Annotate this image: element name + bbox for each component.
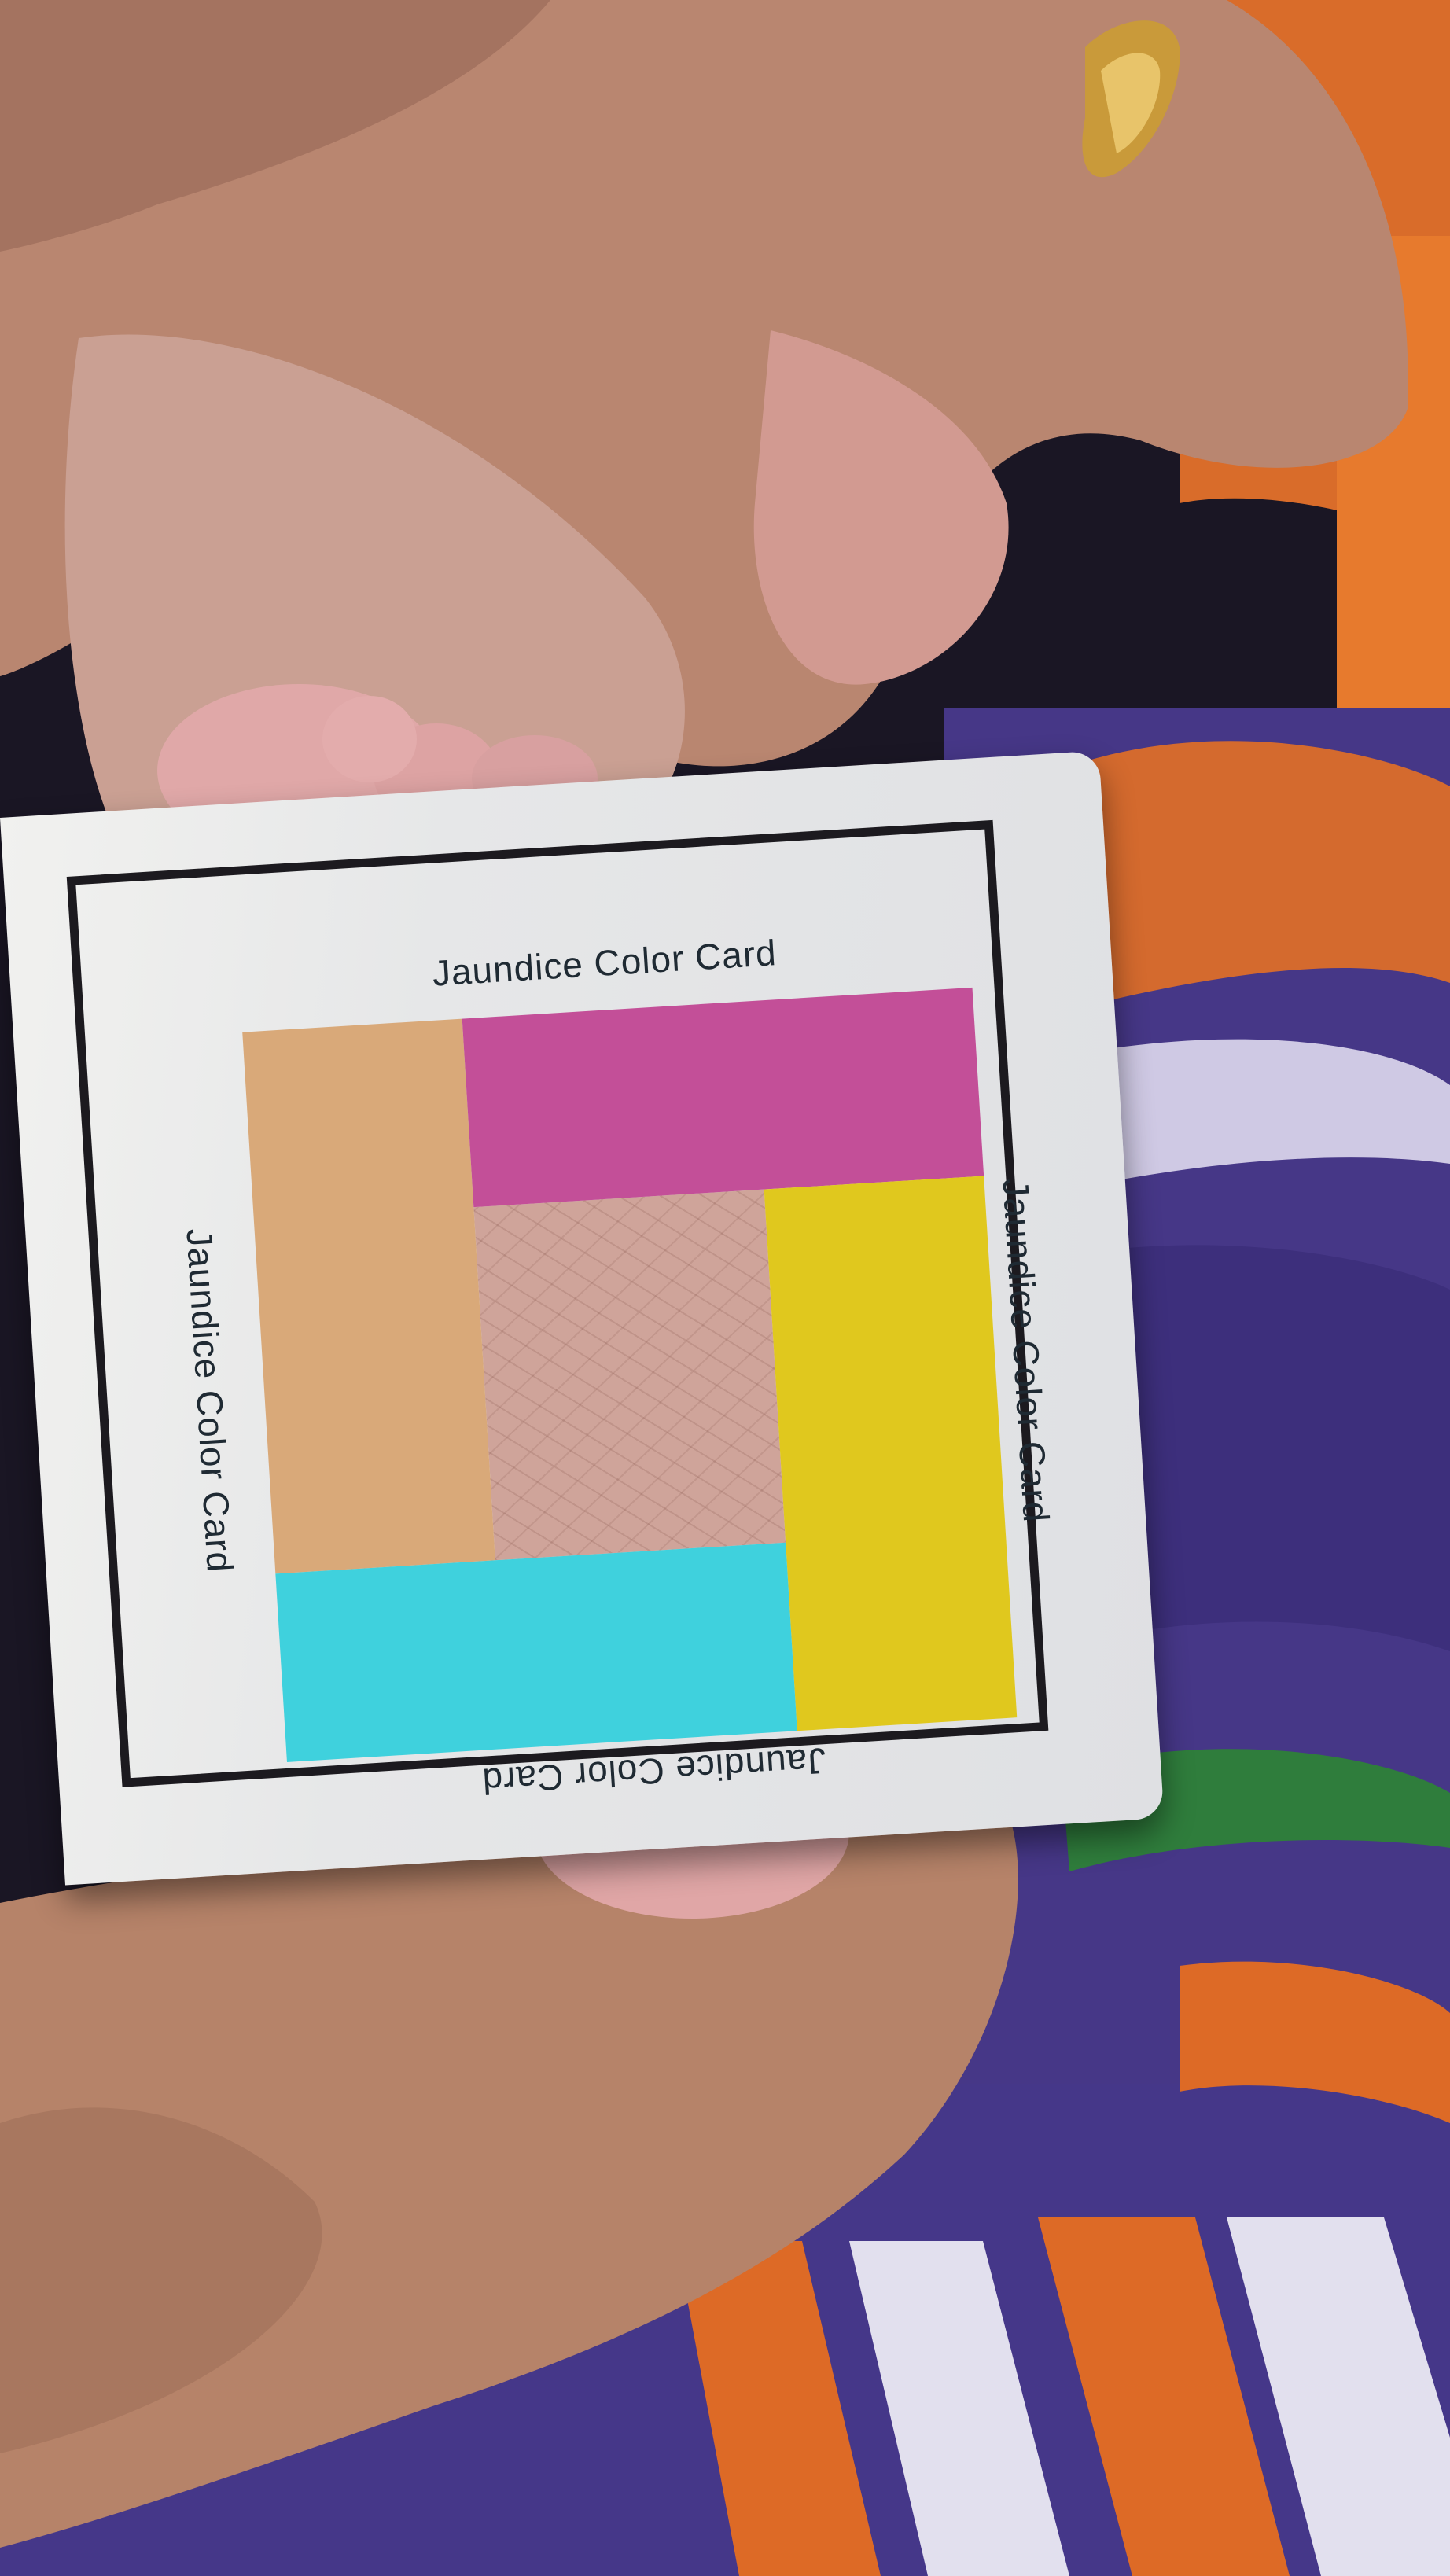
color-strip-yellow: [764, 1176, 1018, 1731]
color-strip-peach: [242, 1018, 495, 1574]
color-strip-cyan: [275, 1542, 797, 1762]
card-border: Jaundice Color Card Jaundice Color Card …: [66, 819, 1057, 1802]
card-label-top: Jaundice Color Card: [431, 932, 778, 994]
skin-viewing-window: [473, 1189, 786, 1561]
color-strip-magenta: [462, 987, 984, 1208]
card-label-left: Jaundice Color Card: [178, 1227, 241, 1574]
jaundice-color-card: Jaundice Color Card Jaundice Color Card …: [0, 750, 1165, 1886]
